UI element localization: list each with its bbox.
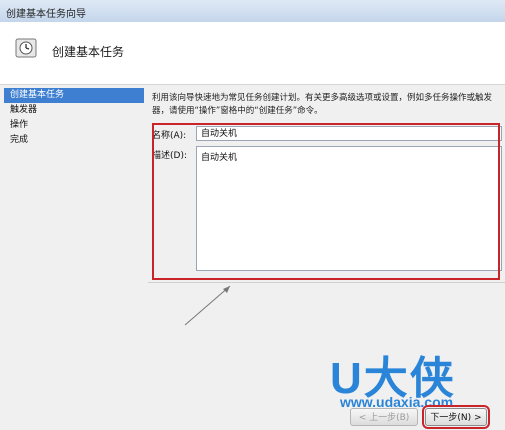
window-title: 创建基本任务向导 — [6, 9, 86, 20]
step-trigger[interactable]: 触发器 — [4, 103, 144, 118]
clock-icon — [15, 38, 37, 58]
highlight-box — [152, 123, 500, 280]
pointer-arrow-icon — [184, 285, 231, 326]
wizard-steps: 创建基本任务 触发器 操作 完成 — [4, 88, 144, 430]
footer-divider — [148, 282, 505, 283]
back-button[interactable]: < 上一步(B) — [350, 408, 418, 426]
wizard-header: 创建基本任务 — [0, 22, 505, 85]
step-action[interactable]: 操作 — [4, 118, 144, 133]
wizard-description: 利用该向导快速地为常见任务创建计划。有关更多高级选项或设置，例如多任务操作或触发… — [152, 93, 493, 116]
step-create-basic-task[interactable]: 创建基本任务 — [4, 88, 144, 103]
next-button[interactable]: 下一步(N) > — [422, 405, 490, 429]
page-title: 创建基本任务 — [52, 45, 125, 59]
title-bar: 创建基本任务向导 — [0, 0, 505, 23]
step-finish[interactable]: 完成 — [4, 133, 144, 148]
